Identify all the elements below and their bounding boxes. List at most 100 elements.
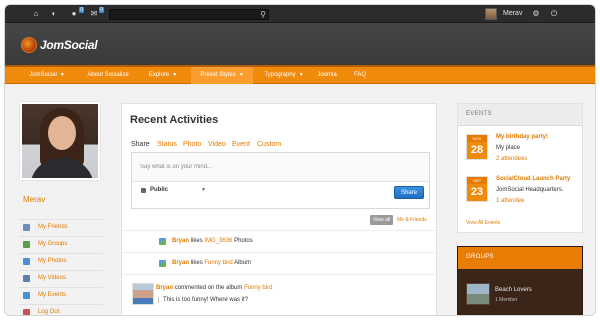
activity-verb: likes <box>190 238 203 244</box>
nav-item-preset-styles[interactable]: Preset Styles ▼ <box>191 67 253 84</box>
avatar[interactable] <box>132 283 154 305</box>
calendar-icon: NOV 28 <box>466 134 488 160</box>
tab-video[interactable]: Video <box>208 141 226 148</box>
logout-icon <box>23 309 30 315</box>
group-thumbnail[interactable] <box>466 283 490 305</box>
view-all-events-link[interactable]: View All Events <box>466 220 500 226</box>
events-title: EVENTS <box>466 111 492 117</box>
sidebar-item-events[interactable]: My Events <box>19 287 103 304</box>
event-place: JomSocial Headquarters. <box>496 187 564 193</box>
share-button[interactable]: Share <box>394 186 424 199</box>
privacy-select[interactable]: Public ▼ <box>141 187 211 199</box>
event-attendees-link[interactable]: 2 attendees <box>496 156 527 162</box>
comment-user-link[interactable]: Bryan <box>156 285 173 291</box>
album-icon <box>159 260 166 267</box>
chevron-down-icon: ▼ <box>59 72 65 78</box>
logo-icon <box>21 37 37 53</box>
page-title: Recent Activities <box>130 114 219 126</box>
friend-requests-icon[interactable]: ● 0 <box>69 7 84 19</box>
search-icon[interactable]: ⚲ <box>260 10 266 20</box>
browser-frame: ⌂ ◐ ● 0 ✉ 0 ⚲ Merav ⚙ ⏻ JomSocial JomSoc… <box>4 4 596 316</box>
sidebar-item-friends[interactable]: My Friends <box>19 219 103 236</box>
status-composer: Public ▼ Share <box>131 152 430 209</box>
filter-friends-link[interactable]: Me & Friends <box>397 215 427 225</box>
photo-icon <box>159 238 166 245</box>
tab-photo[interactable]: Photo <box>183 141 201 148</box>
sidebar-item-label: My Videos <box>38 275 66 281</box>
lock-icon <box>141 188 146 193</box>
comment-quote: This is too funny! Where was it? <box>158 297 248 303</box>
event-item[interactable]: NOV 28 My birthday party! My place 2 att… <box>466 134 576 170</box>
event-title-link[interactable]: My birthday party! <box>496 134 548 140</box>
site-header: JomSocial <box>5 23 595 67</box>
activity-suffix: Album <box>234 260 252 266</box>
globe-icon[interactable]: ◐ <box>49 9 59 19</box>
sidebar-item-groups[interactable]: My Groups <box>19 236 103 253</box>
tab-share[interactable]: Share <box>131 141 150 148</box>
groups-panel: GROUPS Beach Lovers 1 Member <box>457 246 583 315</box>
sidebar-item-label: My Events <box>38 292 67 298</box>
chevron-down-icon: ▼ <box>238 72 244 78</box>
group-members: 1 Member <box>495 297 518 303</box>
messages-badge: 0 <box>99 7 104 13</box>
comment-text: commented on the album <box>174 285 243 291</box>
activity-panel: Recent Activities Share Status Photo Vid… <box>121 103 438 315</box>
sidebar-item-label: My Groups <box>38 241 68 247</box>
event-day: 28 <box>467 142 487 159</box>
activity-filter: View all Me & Friends <box>122 215 438 227</box>
event-item[interactable]: SEP 23 SocialCloud Launch Party JomSocia… <box>466 176 576 212</box>
sidebar-item-logout[interactable]: Log Out <box>19 304 103 315</box>
nav-item-jomsocial[interactable]: JomSocial ▼ <box>21 67 73 84</box>
profile-name[interactable]: Merav <box>23 195 45 204</box>
toolbar-username[interactable]: Merav <box>503 10 522 17</box>
tab-custom[interactable]: Custom <box>257 141 281 148</box>
sidebar-item-label: My Friends <box>38 224 68 230</box>
sidebar-item-label: My Photos <box>38 258 67 264</box>
event-place: My place <box>496 145 521 151</box>
activity-object-link[interactable]: Funny bird <box>204 260 232 266</box>
activity-item: Bryan likes Funny bird Album <box>122 252 438 274</box>
privacy-value: Public <box>150 187 169 193</box>
sidebar-item-label: Log Out <box>38 309 60 315</box>
home-icon[interactable]: ⌂ <box>31 9 41 19</box>
nav-item-typography[interactable]: Typography ▼ <box>257 67 311 84</box>
activity-user-link[interactable]: Bryan <box>172 238 189 244</box>
tab-event[interactable]: Event <box>232 141 250 148</box>
nav-item-joomla[interactable]: Joomla <box>309 67 345 84</box>
power-icon[interactable]: ⏻ <box>549 9 559 19</box>
calendar-icon: SEP 23 <box>466 176 488 202</box>
nav-item-faq[interactable]: FAQ <box>345 67 375 84</box>
search-input[interactable]: ⚲ <box>109 9 269 20</box>
event-day: 23 <box>467 184 487 201</box>
events-header: EVENTS <box>458 104 582 126</box>
profile-photo[interactable] <box>20 102 100 180</box>
status-input[interactable] <box>132 153 429 182</box>
event-month: NOV <box>467 135 487 142</box>
events-icon <box>23 292 30 299</box>
logo-text: JomSocial <box>40 38 98 52</box>
chevron-down-icon: ▼ <box>172 72 178 78</box>
activity-user-link[interactable]: Bryan <box>172 260 189 266</box>
friend-requests-badge: 0 <box>79 7 84 13</box>
filter-view-all-button[interactable]: View all <box>370 215 394 225</box>
videos-icon <box>23 275 30 282</box>
nav-item-explore[interactable]: Explore ▼ <box>139 67 187 84</box>
top-toolbar: ⌂ ◐ ● 0 ✉ 0 ⚲ Merav ⚙ ⏻ <box>5 5 595 23</box>
event-title-link[interactable]: SocialCloud Launch Party <box>496 176 570 182</box>
sidebar-item-videos[interactable]: My Videos <box>19 270 103 287</box>
activity-verb: likes <box>190 260 203 266</box>
toolbar-avatar[interactable] <box>485 8 497 20</box>
event-attendees-link[interactable]: 1 attendee <box>496 198 524 204</box>
messages-icon[interactable]: ✉ 0 <box>89 7 104 19</box>
photos-icon <box>23 258 30 265</box>
comment-album-link[interactable]: Funny bird <box>244 285 272 291</box>
event-month: SEP <box>467 177 487 184</box>
nav-item-about[interactable]: About Socialize <box>79 67 137 84</box>
gear-icon[interactable]: ⚙ <box>531 9 541 19</box>
tab-status[interactable]: Status <box>157 141 177 148</box>
activity-object-link[interactable]: IMG_3636 <box>204 238 232 244</box>
page-content: Merav My Friends My Groups My Photos My … <box>5 85 595 315</box>
chevron-down-icon: ▼ <box>298 72 304 78</box>
group-name-link[interactable]: Beach Lovers <box>495 287 532 293</box>
sidebar-item-photos[interactable]: My Photos <box>19 253 103 270</box>
